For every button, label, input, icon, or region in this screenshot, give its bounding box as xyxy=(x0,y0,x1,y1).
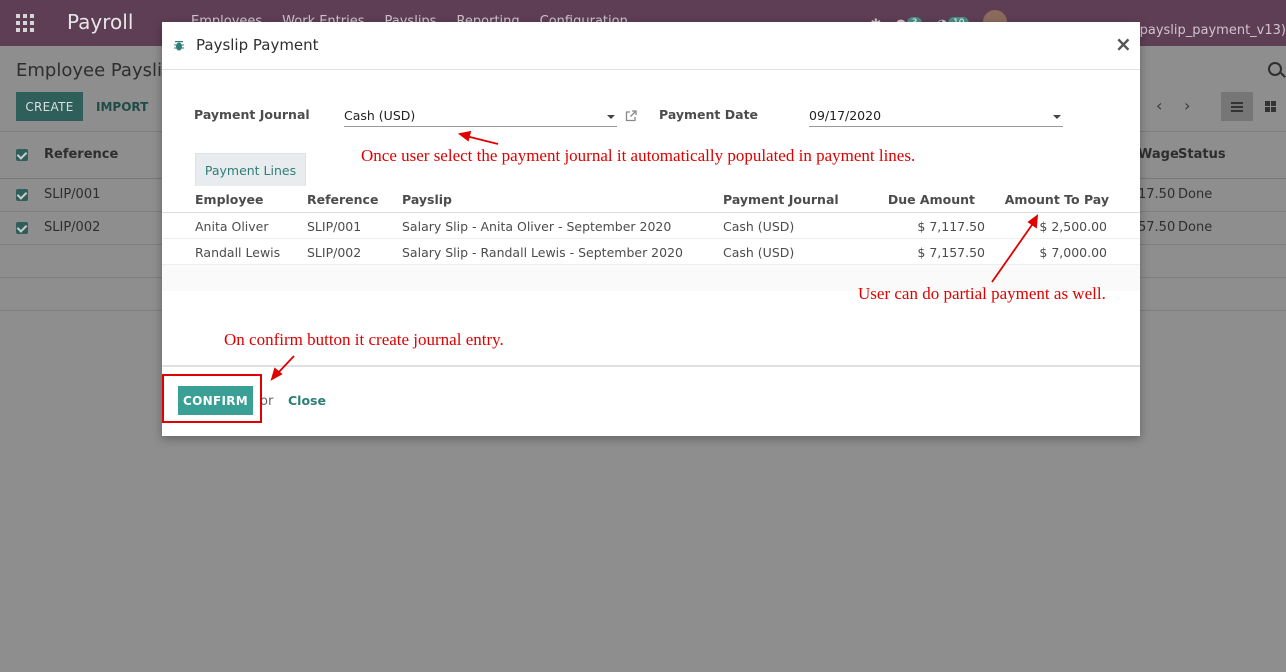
payslip-payment-dialog: Payslip Payment × Payment Journal Cash (… xyxy=(162,22,1140,436)
column-header-amount-to-pay[interactable]: Amount To Pay xyxy=(1000,192,1109,207)
bug-icon xyxy=(174,41,184,51)
cell-amount-to-pay[interactable]: $ 7,000.00 xyxy=(1000,245,1107,260)
table-header: Employee Reference Payslip Payment Journ… xyxy=(162,186,1140,213)
column-header-status[interactable]: Status xyxy=(1178,147,1226,162)
column-header-reference[interactable]: Reference xyxy=(44,147,118,162)
payment-lines-table: Employee Reference Payslip Payment Journ… xyxy=(162,186,1140,291)
chevron-down-icon xyxy=(607,115,615,119)
cell-payment-journal: Cash (USD) xyxy=(723,245,795,260)
payment-date-value: 09/17/2020 xyxy=(809,108,882,123)
apps-menu-icon[interactable] xyxy=(16,14,34,32)
column-header-wage[interactable]: Wage xyxy=(1138,147,1179,162)
dialog-header: Payslip Payment × xyxy=(162,22,1140,70)
column-header-payment-journal[interactable]: Payment Journal xyxy=(723,192,839,207)
cell-payslip: Salary Slip - Randall Lewis - September … xyxy=(402,245,683,260)
table-row[interactable]: Anita Oliver SLIP/001 Salary Slip - Anit… xyxy=(162,213,1140,239)
select-all-checkbox[interactable] xyxy=(16,149,28,161)
import-button[interactable]: IMPORT xyxy=(96,92,148,121)
cell-employee: Anita Oliver xyxy=(195,219,269,234)
row-checkbox[interactable] xyxy=(16,222,28,234)
row-status: Done xyxy=(1178,220,1213,235)
breadcrumb: Employee Payslips xyxy=(16,60,183,81)
cell-employee: Randall Lewis xyxy=(195,245,281,260)
dialog-title: Payslip Payment xyxy=(196,36,319,54)
app-brand[interactable]: Payroll xyxy=(67,10,133,34)
close-icon[interactable]: × xyxy=(1115,32,1132,56)
close-button[interactable]: Close xyxy=(288,393,326,408)
row-reference: SLIP/002 xyxy=(44,220,101,235)
annotation-journal-note: Once user select the payment journal it … xyxy=(361,146,916,165)
column-header-due-amount[interactable]: Due Amount xyxy=(874,192,975,207)
annotation-confirm-highlight-box xyxy=(162,374,262,423)
cell-reference: SLIP/001 xyxy=(307,219,362,234)
row-wage: 17.50 xyxy=(1138,187,1176,202)
payment-date-input[interactable]: 09/17/2020 xyxy=(809,105,1063,127)
payment-date-label: Payment Date xyxy=(659,107,759,122)
row-reference: SLIP/001 xyxy=(44,187,101,202)
column-header-payslip[interactable]: Payslip xyxy=(402,192,452,207)
row-wage: 57.50 xyxy=(1138,220,1176,235)
cell-amount-to-pay[interactable]: $ 2,500.00 xyxy=(1000,219,1107,234)
pager-next-icon[interactable]: › xyxy=(1184,96,1198,116)
column-header-reference[interactable]: Reference xyxy=(307,192,378,207)
payment-journal-label: Payment Journal xyxy=(194,107,310,122)
chevron-down-icon xyxy=(1053,115,1061,119)
search-icon[interactable] xyxy=(1268,62,1282,76)
tab-payment-lines[interactable]: Payment Lines xyxy=(195,153,306,186)
pager-previous-icon[interactable]: ‹ xyxy=(1156,96,1170,116)
cell-due-amount: $ 7,117.50 xyxy=(917,219,985,234)
row-checkbox[interactable] xyxy=(16,189,28,201)
payment-journal-select[interactable]: Cash (USD) xyxy=(344,105,617,127)
kanban-view-button[interactable] xyxy=(1256,92,1284,121)
list-view-icon xyxy=(1231,101,1243,112)
payment-journal-value: Cash (USD) xyxy=(344,108,416,123)
column-header-employee[interactable]: Employee xyxy=(195,192,264,207)
dialog-footer: CONFIRM or Close xyxy=(162,365,1140,436)
cell-reference: SLIP/002 xyxy=(307,245,362,260)
create-button[interactable]: CREATE xyxy=(16,92,83,121)
annotation-partial-payment-note: User can do partial payment as well. xyxy=(858,284,1106,303)
kanban-view-icon xyxy=(1264,101,1276,112)
cell-due-amount: $ 7,157.50 xyxy=(917,245,985,260)
cell-payment-journal: Cash (USD) xyxy=(723,219,795,234)
row-status: Done xyxy=(1178,187,1213,202)
list-view-button[interactable] xyxy=(1221,92,1253,121)
annotation-confirm-note: On confirm button it create journal entr… xyxy=(224,330,504,349)
cell-payslip: Salary Slip - Anita Oliver - September 2… xyxy=(402,219,672,234)
table-row[interactable]: Randall Lewis SLIP/002 Salary Slip - Ran… xyxy=(162,239,1140,265)
external-link-icon[interactable] xyxy=(625,110,637,122)
